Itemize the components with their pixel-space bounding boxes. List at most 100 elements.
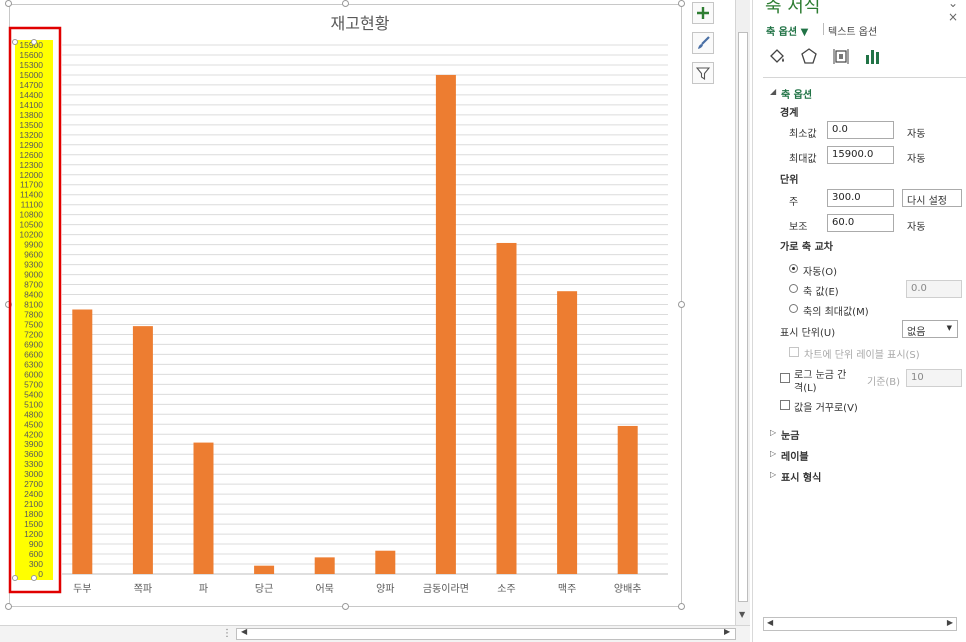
sheet-vertical-scrollbar[interactable]: ▼ — [735, 0, 750, 625]
scrollbar-thumb[interactable] — [738, 32, 748, 602]
x-tick-label: 맥주 — [558, 583, 576, 595]
y-tick-label: 7200 — [24, 329, 43, 339]
sheet-horizontal-scrollbar[interactable]: ⋮ ◀ ▶ — [0, 625, 750, 642]
brush-icon — [698, 36, 710, 49]
axis-handle — [31, 575, 37, 581]
reverse-values-label[interactable]: 값을 거꾸로(V) — [794, 399, 858, 414]
chart-filter-button[interactable] — [692, 62, 714, 84]
scroll-left-icon[interactable]: ◀ — [241, 627, 247, 636]
splitter-handle-icon[interactable]: ⋮ — [222, 628, 232, 639]
x-tick-label: 양배추 — [614, 583, 642, 595]
filter-icon — [696, 67, 710, 80]
y-tick-label: 8100 — [24, 300, 43, 310]
expand-icon[interactable]: ▷ — [770, 470, 776, 479]
y-tick-label: 13800 — [19, 110, 43, 120]
x-tick-label: 쪽파 — [134, 583, 152, 595]
effects-icon[interactable] — [799, 46, 819, 66]
scroll-right-icon[interactable]: ▶ — [724, 627, 730, 636]
bar — [72, 309, 93, 574]
fill-line-icon[interactable] — [767, 46, 787, 66]
y-tick-label: 11400 — [20, 190, 43, 200]
display-units-select[interactable]: 없음 ▼ — [902, 320, 958, 338]
chart-area[interactable]: 재고현황 0 300 600 900 1200 1500 1800 2100 2400 2700 3… — [0, 0, 735, 625]
pane-horizontal-scrollbar[interactable]: ◀ ▶ — [763, 617, 957, 631]
log-scale-label-2[interactable]: 격(L) — [794, 379, 817, 394]
y-tick-label: 6300 — [24, 359, 43, 369]
y-tick-label: 15000 — [19, 70, 43, 80]
major-unit-reset-button[interactable]: 다시 설정 — [902, 189, 962, 207]
size-properties-icon[interactable] — [831, 46, 851, 66]
display-units-value: 없음 — [907, 327, 926, 338]
max-bound-input[interactable]: 15900.0 — [827, 146, 894, 164]
section-tick-marks[interactable]: 눈금 — [781, 427, 799, 442]
section-labels[interactable]: 레이블 — [781, 448, 809, 463]
crosses-axis-value-input[interactable]: 0.0 — [906, 280, 962, 298]
chart-plot[interactable]: 0300600900120015001800210024002700300033… — [0, 0, 735, 625]
y-tick-label: 4500 — [24, 419, 43, 429]
show-units-label-text[interactable]: 차트에 단위 레이블 표시(S) — [804, 346, 920, 361]
chart-styles-button[interactable] — [692, 32, 714, 54]
tab-text-options[interactable]: 텍스트 옵션 — [828, 23, 877, 38]
crosses-axis-value-radio[interactable] — [789, 284, 798, 293]
y-tick-label: 3000 — [24, 469, 43, 479]
bounds-heading: 경계 — [780, 108, 799, 119]
pane-options-icon[interactable]: ⌄ × — [948, 0, 966, 24]
minor-unit-input[interactable]: 60.0 — [827, 214, 894, 232]
y-tick-label: 6000 — [24, 369, 43, 379]
y-tick-label: 2400 — [24, 489, 43, 499]
reverse-values-checkbox[interactable] — [780, 400, 790, 410]
y-tick-label: 10500 — [19, 220, 43, 230]
y-tick-label: 0 — [38, 569, 43, 579]
log-scale-checkbox[interactable] — [780, 373, 790, 383]
min-bound-input[interactable]: 0.0 — [827, 121, 894, 139]
crosses-auto-label[interactable]: 자동(O) — [803, 263, 837, 278]
units-heading: 단위 — [780, 175, 799, 186]
y-tick-label: 7800 — [24, 309, 43, 319]
log-base-label: 기준(B) — [867, 377, 901, 388]
expand-icon[interactable]: ▷ — [770, 428, 776, 437]
crosses-max-label[interactable]: 축의 최대값(M) — [803, 303, 869, 318]
log-base-input[interactable]: 10 — [906, 369, 962, 387]
bar — [314, 557, 335, 574]
collapse-icon[interactable]: ◢ — [770, 87, 776, 96]
crosses-max-radio[interactable] — [789, 304, 798, 313]
max-mode[interactable]: 자동 — [907, 150, 925, 165]
minor-mode[interactable]: 자동 — [907, 218, 925, 233]
y-tick-label: 3300 — [24, 459, 43, 469]
y-tick-label: 9600 — [24, 250, 43, 260]
tab-axis-options[interactable]: 축 옵션 ▼ — [766, 23, 808, 38]
y-tick-label: 600 — [29, 549, 43, 559]
y-tick-label: 14700 — [19, 80, 43, 90]
bar — [435, 74, 456, 575]
expand-icon[interactable]: ▷ — [770, 449, 776, 458]
section-axis-options[interactable]: 축 옵션 — [781, 86, 812, 101]
chevron-down-icon: ▼ — [946, 324, 952, 332]
crosses-auto-radio[interactable] — [789, 264, 798, 273]
bar — [617, 425, 638, 574]
min-mode[interactable]: 자동 — [907, 125, 925, 140]
plus-icon — [697, 7, 709, 19]
y-tick-label: 1800 — [24, 509, 43, 519]
y-tick-label: 8400 — [24, 290, 43, 300]
display-units-label: 표시 단위(U) — [780, 328, 836, 339]
scroll-right-icon[interactable]: ▶ — [947, 618, 953, 627]
pane-divider — [763, 77, 966, 78]
scrollbar-track[interactable] — [236, 628, 736, 640]
y-tick-label: 300 — [29, 559, 43, 569]
scroll-down-icon[interactable]: ▼ — [739, 610, 745, 619]
section-number-format[interactable]: 표시 형식 — [781, 469, 821, 484]
scroll-left-icon[interactable]: ◀ — [767, 618, 773, 627]
y-tick-label: 5700 — [24, 379, 43, 389]
x-tick-label: 두부 — [73, 584, 91, 595]
y-tick-label: 6900 — [24, 339, 43, 349]
crosses-axis-value-label[interactable]: 축 값(E) — [803, 283, 839, 298]
show-units-label-checkbox[interactable] — [789, 347, 799, 357]
bar — [496, 242, 517, 575]
major-unit-input[interactable]: 300.0 — [827, 189, 894, 207]
axis-options-icon[interactable] — [863, 46, 883, 66]
minor-label: 보조 — [789, 222, 808, 233]
x-tick-label: 당근 — [255, 583, 273, 595]
add-chart-element-button[interactable] — [692, 2, 714, 24]
min-label: 최소값 — [789, 129, 817, 140]
y-tick-label: 8700 — [24, 280, 43, 290]
